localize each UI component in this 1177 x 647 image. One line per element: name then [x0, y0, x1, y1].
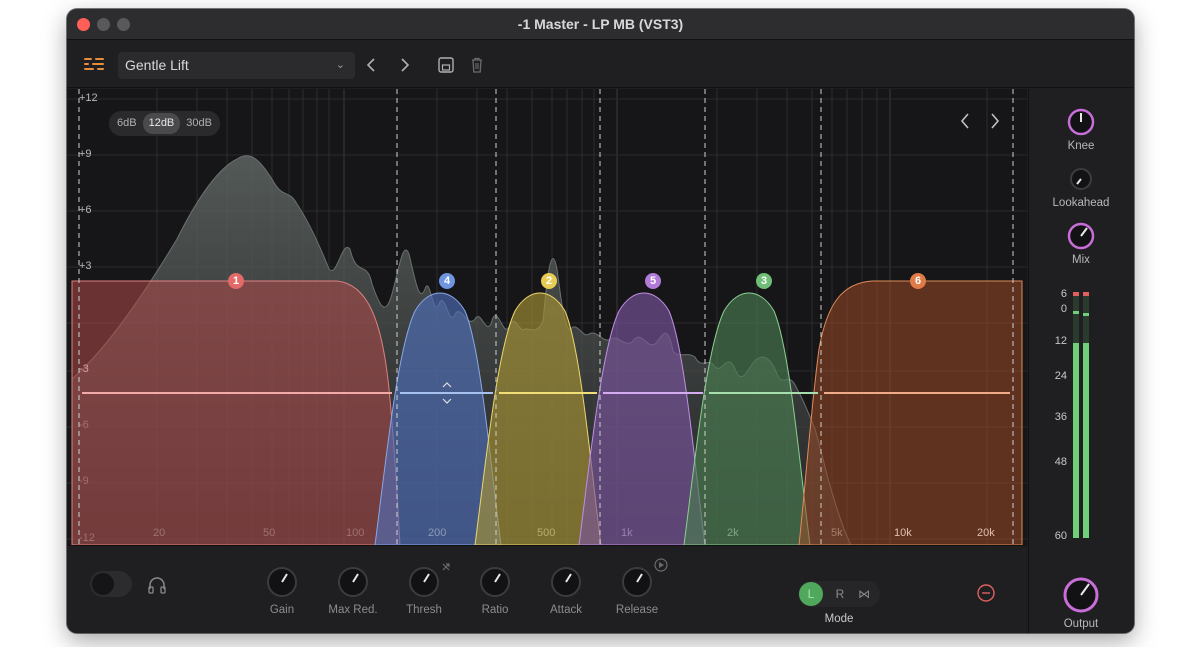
knobs-layer — [267, 558, 668, 597]
save-preset-button[interactable] — [435, 54, 457, 76]
next-preset-button[interactable] — [393, 54, 415, 76]
range-option-12db[interactable]: 12dB — [142, 113, 181, 134]
max-reduction-label: Max Red. — [328, 604, 378, 616]
range-selector[interactable]: 6dB 12dB 30dB — [109, 111, 220, 136]
attack-knob[interactable] — [551, 567, 581, 597]
chevron-right-icon — [991, 113, 1000, 129]
meter-tick: 6 — [1060, 288, 1067, 300]
db-label: +3 — [79, 260, 92, 272]
lookahead-knob[interactable] — [1070, 168, 1092, 190]
freq-label: 20k — [977, 527, 995, 539]
range-option-6db[interactable]: 6dB — [111, 113, 143, 134]
db-label: +6 — [79, 204, 92, 216]
freq-label: 20 — [153, 527, 166, 539]
mix-knob[interactable] — [1067, 222, 1095, 250]
minus-circle-icon — [977, 584, 995, 602]
band-number-1: 1 — [232, 275, 240, 287]
remove-band-button[interactable] — [976, 583, 996, 608]
preset-name: Gentle Lift — [125, 57, 189, 73]
freq-label: 100 — [346, 527, 365, 539]
band-1-region[interactable] — [71, 280, 401, 545]
preset-dropdown[interactable]: Gentle Lift ⌄ — [118, 52, 355, 79]
chevron-left-icon — [366, 58, 375, 72]
threshold-label: Thresh — [406, 604, 442, 616]
band-6-region[interactable] — [798, 280, 1023, 545]
lookahead-label: Lookahead — [1052, 197, 1110, 209]
band-number-6: 6 — [914, 275, 922, 287]
attack-label: Attack — [550, 604, 582, 616]
band-5-region[interactable] — [578, 292, 706, 545]
band-controls: Gain Max Red. Thresh Ratio Attack Releas… — [67, 545, 1027, 633]
title-bar: -1 Master - LP MB (VST3) — [67, 9, 1134, 40]
db-label: -12 — [79, 532, 95, 544]
eq-graph[interactable] — [67, 89, 1027, 545]
meter-tick: 48 — [1054, 456, 1067, 468]
band-number-4: 4 — [443, 275, 451, 287]
db-label: -9 — [79, 475, 89, 487]
graph-next-button[interactable] — [987, 111, 1003, 136]
meter-tick: 0 — [1060, 303, 1067, 315]
chevron-left-icon — [960, 113, 969, 129]
toolbar: Gentle Lift ⌄ — [67, 41, 1134, 88]
threshold-knob[interactable] — [409, 567, 439, 597]
freq-label: 1k — [621, 527, 633, 539]
mode-label: Mode — [824, 613, 854, 625]
max-reduction-knob[interactable] — [338, 567, 368, 597]
chevron-down-icon: ⌄ — [335, 59, 345, 71]
band-number-5: 5 — [649, 275, 657, 287]
output-knob[interactable] — [1063, 577, 1099, 613]
previous-preset-button[interactable] — [361, 54, 383, 76]
menu-logo-icon[interactable] — [84, 56, 104, 72]
freq-label: 500 — [537, 527, 556, 539]
threshold-link-icon[interactable] — [442, 563, 450, 571]
release-label: Release — [615, 604, 659, 616]
graph-prev-button[interactable] — [957, 111, 973, 136]
meter-tick: 60 — [1054, 530, 1067, 542]
side-panel-graphics — [1063, 108, 1099, 613]
eq-graph-area[interactable]: 1 4 2 5 3 6 +12 +9 +6 +3 -3 -6 -9 -12 20… — [67, 89, 1027, 545]
release-auto-icon[interactable] — [654, 558, 668, 572]
mode-option-l[interactable]: L — [799, 582, 823, 606]
mode-selector[interactable]: L R ⋈ — [798, 581, 880, 607]
freq-label: 200 — [428, 527, 447, 539]
freq-label: 5k — [831, 527, 843, 539]
output-label: Output — [1063, 618, 1099, 630]
range-option-30db[interactable]: 30dB — [180, 113, 218, 134]
db-label: -6 — [79, 419, 89, 431]
band-number-3: 3 — [760, 275, 768, 287]
plugin-window: -1 Master - LP MB (VST3) Gentle Lift ⌄ 1… — [67, 9, 1134, 633]
trash-icon — [472, 57, 482, 73]
freq-label: 2k — [727, 527, 739, 539]
save-icon — [438, 57, 454, 73]
band-3-region[interactable] — [683, 292, 811, 545]
delete-preset-button[interactable] — [466, 54, 488, 76]
mode-option-link[interactable]: ⋈ — [852, 582, 876, 606]
meter-tick: 24 — [1054, 370, 1067, 382]
meter-tick: 36 — [1054, 411, 1067, 423]
freq-label: 50 — [263, 527, 276, 539]
knee-knob[interactable] — [1067, 108, 1095, 136]
db-label: +9 — [79, 148, 92, 160]
mode-option-r[interactable]: R — [828, 582, 852, 606]
freq-label: 10k — [894, 527, 912, 539]
ratio-knob[interactable] — [480, 567, 510, 597]
side-panel: Knee Lookahead Mix 6 0 12 24 36 48 60 Ou… — [1028, 89, 1134, 633]
band-number-2: 2 — [545, 275, 553, 287]
mix-label: Mix — [1072, 254, 1090, 266]
db-label: -3 — [79, 363, 89, 375]
chevron-right-icon — [401, 58, 410, 72]
output-meter — [1073, 292, 1089, 538]
window-title: -1 Master - LP MB (VST3) — [517, 16, 684, 32]
gain-knob[interactable] — [267, 567, 297, 597]
db-label: +12 — [79, 92, 98, 104]
gain-label: Gain — [269, 604, 295, 616]
release-knob[interactable] — [622, 567, 652, 597]
knee-label: Knee — [1067, 140, 1095, 152]
meter-tick: 12 — [1054, 335, 1067, 347]
ratio-label: Ratio — [481, 604, 509, 616]
